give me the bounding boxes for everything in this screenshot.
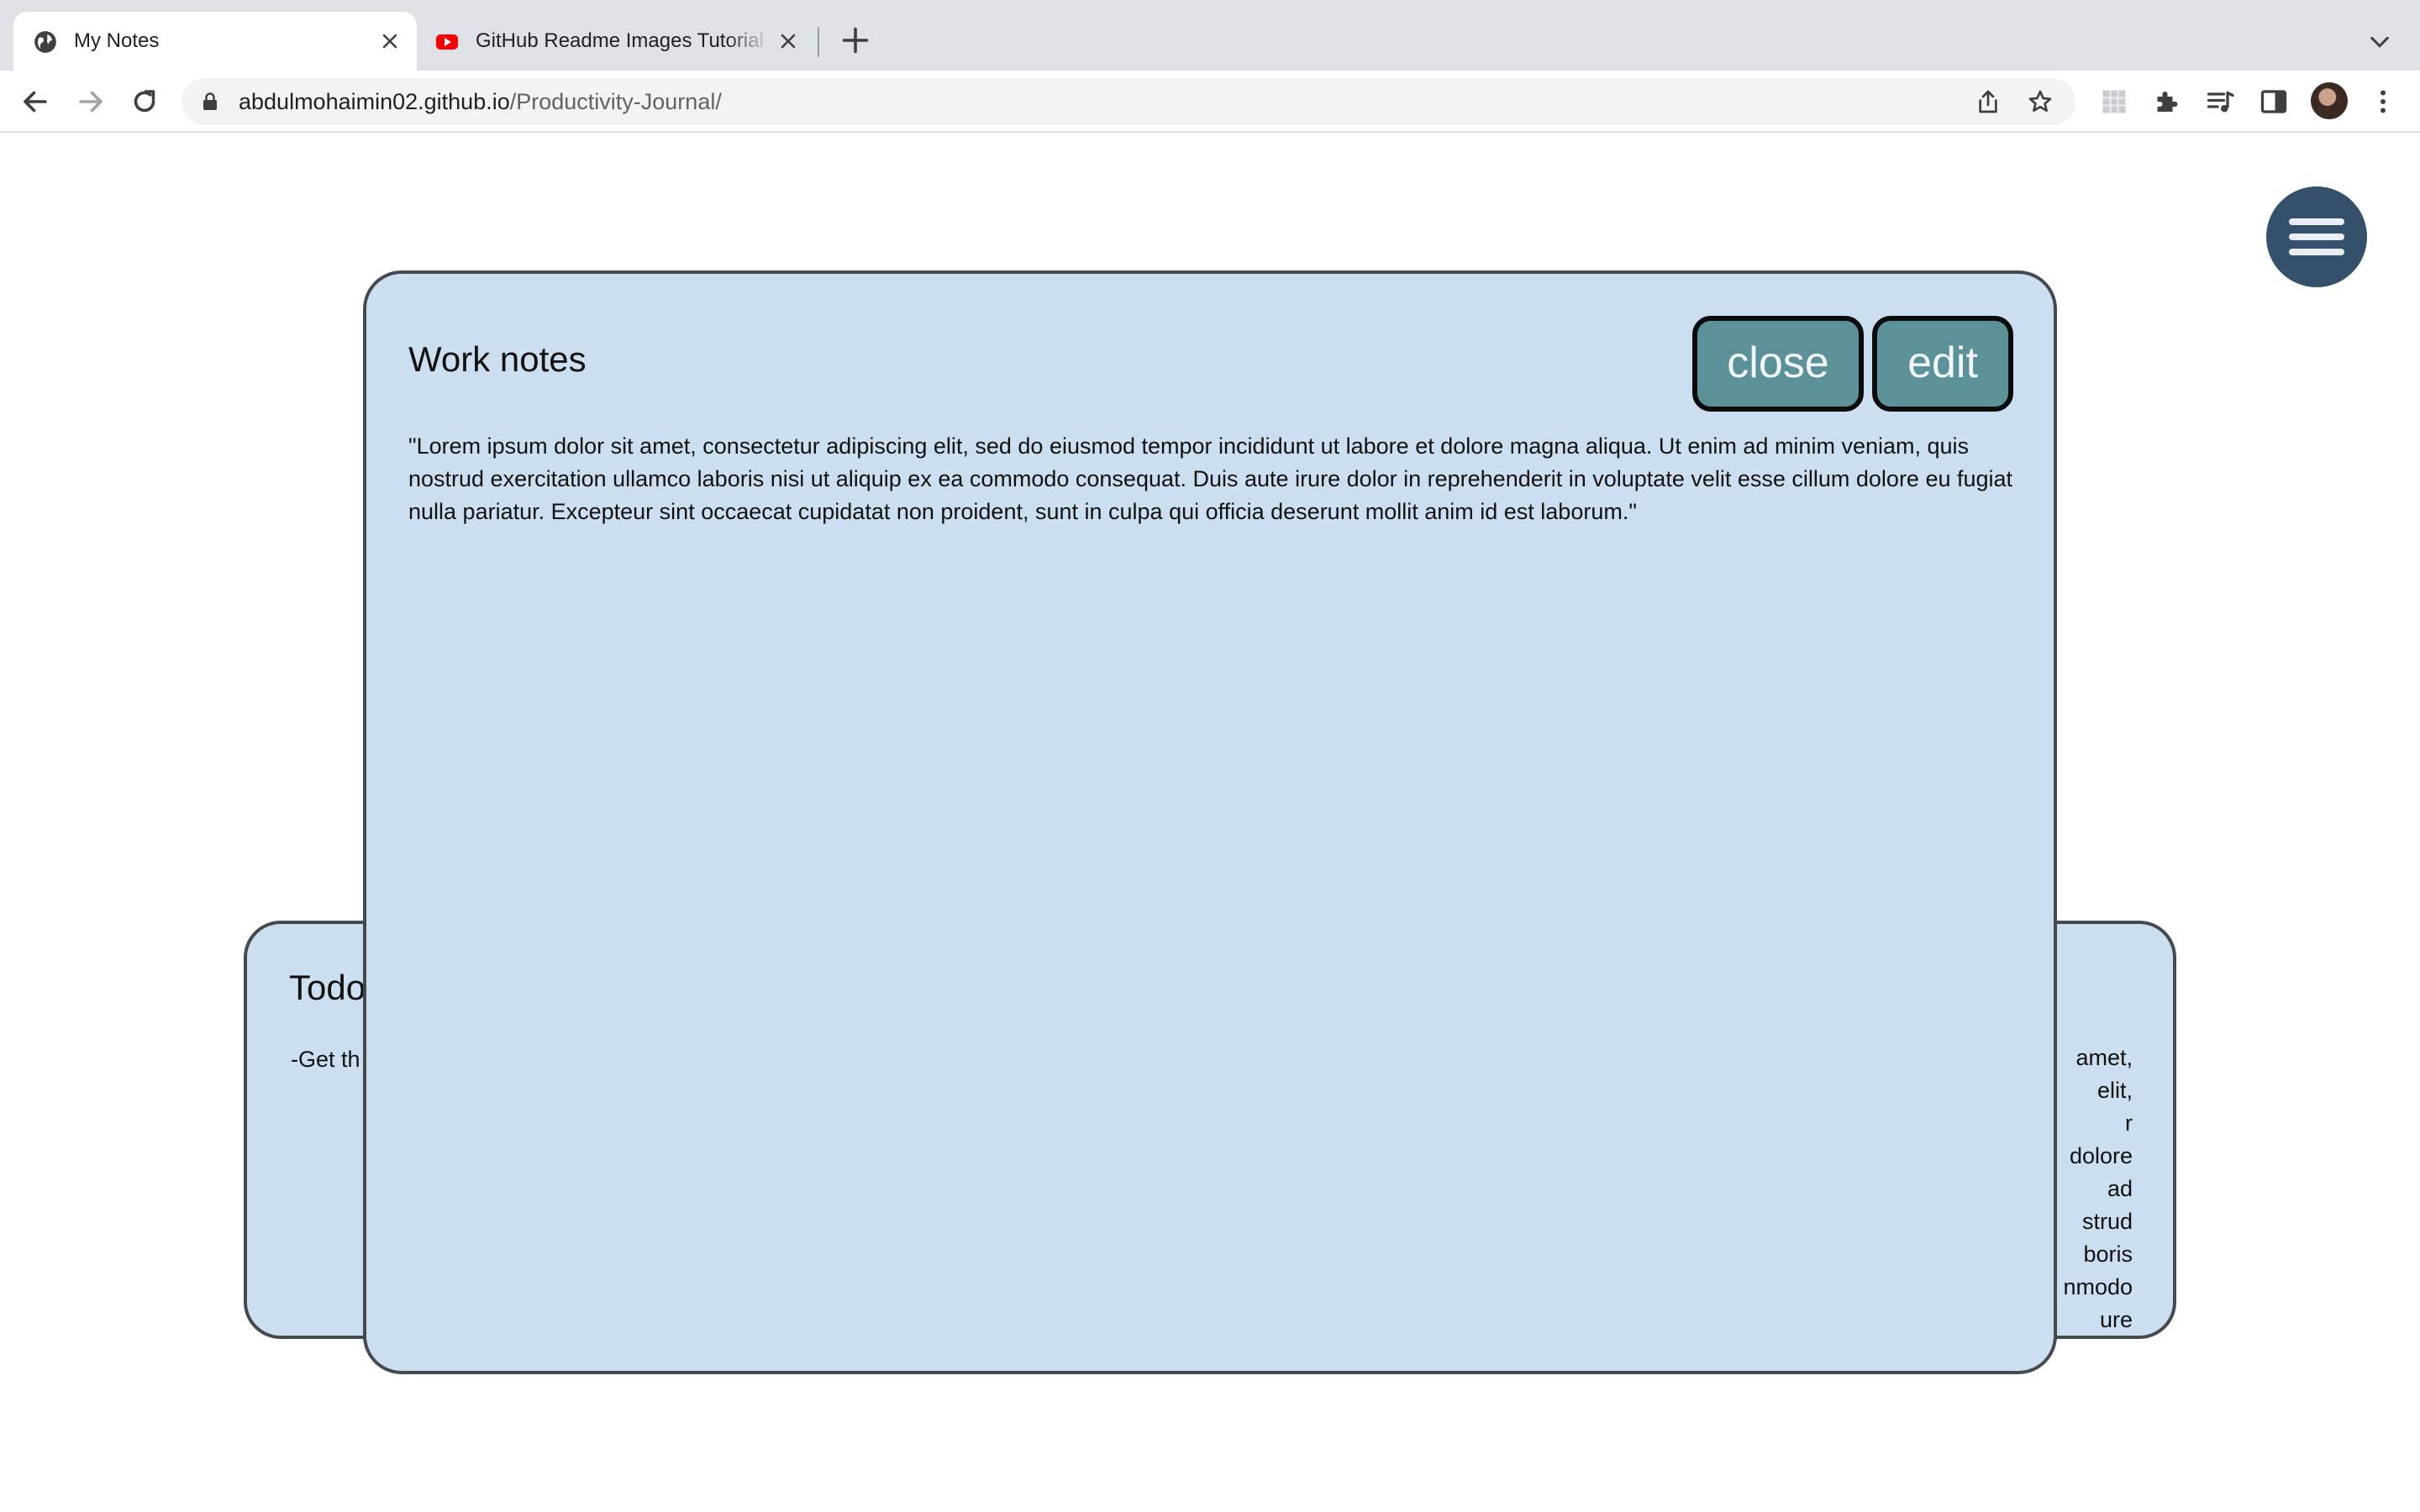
new-tab-icon[interactable] xyxy=(840,25,871,55)
share-icon[interactable] xyxy=(1975,88,2002,115)
tab-title: GitHub Readme Images Tutorial xyxy=(476,29,764,52)
edit-button[interactable]: edit xyxy=(1872,316,2013,412)
tab-title: My Notes xyxy=(74,29,160,52)
close-tab-icon[interactable] xyxy=(380,31,400,51)
address-bar[interactable]: abdulmohaimin02.github.io/Productivity-J… xyxy=(182,78,2075,125)
lock-icon[interactable] xyxy=(200,92,220,112)
note-card-body: -Get th xyxy=(291,1047,360,1072)
reload-icon[interactable] xyxy=(129,87,160,117)
note-modal-body: "Lorem ipsum dolor sit amet, consectetur… xyxy=(408,433,2013,524)
hamburger-menu-button[interactable] xyxy=(2266,186,2367,287)
extension-grid-icon[interactable] xyxy=(2099,87,2129,117)
more-vertical-icon[interactable] xyxy=(2368,87,2398,117)
browser-toolbar: abdulmohaimin02.github.io/Productivity-J… xyxy=(0,71,2420,133)
url-path: /Productivity-Journal/ xyxy=(509,89,722,114)
tab-my-notes[interactable]: My Notes xyxy=(13,12,417,71)
bookmark-star-icon[interactable] xyxy=(2027,88,2054,115)
note-modal-title: Work notes xyxy=(408,339,587,379)
tab-separator xyxy=(818,27,819,57)
menu-bar xyxy=(2289,234,2344,240)
tab-strip: My Notes GitHub Readme Images Tutorial xyxy=(0,0,2420,71)
note-modal: Work notes close edit "Lorem ipsum dolor… xyxy=(363,270,2057,1374)
menu-bar xyxy=(2289,249,2344,255)
close-button[interactable]: close xyxy=(1692,316,1864,412)
url-text[interactable]: abdulmohaimin02.github.io/Productivity-J… xyxy=(239,78,722,125)
youtube-icon xyxy=(436,34,458,50)
url-host: abdulmohaimin02.github.io xyxy=(239,89,510,114)
chevron-down-icon[interactable] xyxy=(2368,30,2391,54)
side-panel-icon[interactable] xyxy=(2259,87,2289,117)
forward-arrow-icon[interactable] xyxy=(76,87,106,117)
tab-github-readme[interactable]: GitHub Readme Images Tutorial xyxy=(420,12,815,71)
note-card-title: Todo xyxy=(289,968,366,1007)
back-arrow-icon[interactable] xyxy=(20,87,50,117)
profile-avatar[interactable] xyxy=(2311,82,2348,119)
close-tab-icon[interactable] xyxy=(778,31,798,51)
page-content: Todo -Get th amet, elit, r dolore ad str… xyxy=(0,133,2420,1512)
globe-icon xyxy=(34,31,56,53)
media-queue-icon[interactable] xyxy=(2205,87,2235,117)
menu-bar xyxy=(2289,218,2344,225)
puzzle-icon[interactable] xyxy=(2151,87,2181,117)
